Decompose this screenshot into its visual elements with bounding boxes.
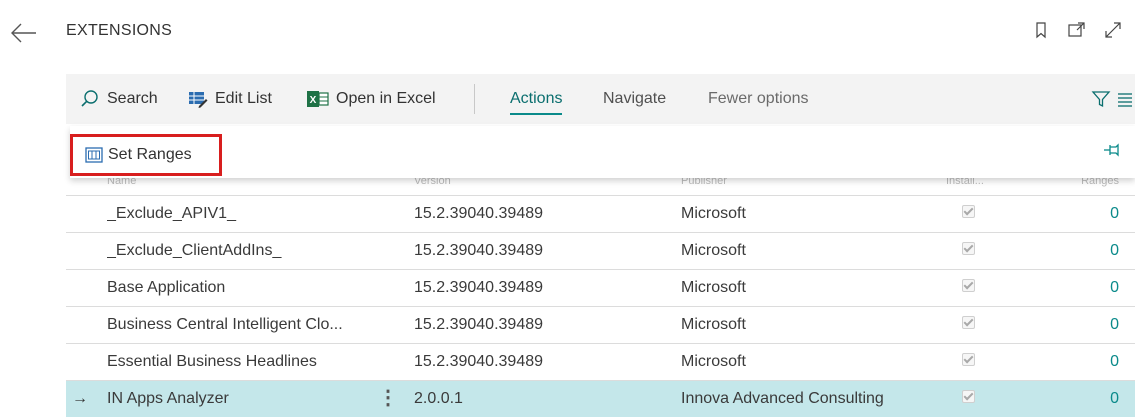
cell-version: 15.2.39040.39489: [414, 279, 544, 296]
extensions-table: _Exclude_APIV1_ 15.2.39040.39489 Microso…: [66, 195, 1135, 417]
active-tab-indicator: [510, 113, 563, 115]
edit-list-button[interactable]: Edit List: [188, 74, 272, 124]
cell-ranges[interactable]: 0: [1110, 233, 1119, 269]
cell-publisher: Innova Advanced Consulting: [681, 390, 884, 407]
cell-name[interactable]: _Exclude_ClientAddIns_: [107, 233, 377, 269]
expand-icon[interactable]: [1103, 20, 1123, 40]
cell-ranges[interactable]: 0: [1110, 196, 1119, 232]
fewer-options-label: Fewer options: [708, 90, 809, 107]
edit-list-label: Edit List: [215, 90, 272, 107]
excel-icon: X: [307, 91, 329, 107]
cell-name[interactable]: Base Application: [107, 270, 377, 306]
open-in-excel-label: Open in Excel: [336, 90, 436, 107]
cell-version: 15.2.39040.39489: [414, 353, 544, 370]
cell-publisher: Microsoft: [681, 353, 746, 370]
tab-navigate-label: Navigate: [603, 90, 667, 107]
table-row[interactable]: _Exclude_ClientAddIns_ 15.2.39040.39489 …: [66, 232, 1135, 269]
cell-name[interactable]: IN Apps Analyzer: [107, 381, 377, 417]
cell-installed: [962, 270, 978, 306]
filter-button[interactable]: [1091, 74, 1118, 124]
installed-checkbox: [962, 279, 975, 293]
cell-publisher: Microsoft: [681, 242, 746, 259]
cell-version: 2.0.0.1: [414, 390, 463, 407]
cell-publisher: Microsoft: [681, 316, 746, 333]
tab-actions-label: Actions: [510, 90, 563, 107]
cell-ranges[interactable]: 0: [1110, 381, 1119, 417]
back-button[interactable]: [8, 18, 40, 48]
table-row[interactable]: Business Central Intelligent Clo... 15.2…: [66, 306, 1135, 343]
table-row[interactable]: Base Application 15.2.39040.39489 Micros…: [66, 269, 1135, 306]
cell-publisher: Microsoft: [681, 205, 746, 222]
cell-version: 15.2.39040.39489: [414, 205, 544, 222]
pin-icon[interactable]: [1103, 142, 1123, 163]
list-view-icon: [1118, 93, 1132, 107]
filter-icon: [1091, 91, 1111, 108]
cell-name[interactable]: Business Central Intelligent Clo...: [107, 307, 377, 343]
toolbar-divider: [474, 84, 475, 114]
page-header-actions: [1031, 20, 1123, 40]
search-button[interactable]: Search: [80, 74, 158, 124]
cell-installed: [962, 381, 978, 417]
cell-installed: [962, 196, 978, 232]
cell-version: 15.2.39040.39489: [414, 316, 544, 333]
cell-publisher: Microsoft: [681, 279, 746, 296]
installed-checkbox: [962, 242, 975, 256]
cell-ranges[interactable]: 0: [1110, 270, 1119, 306]
row-actions-menu-icon[interactable]: ⋮: [378, 381, 398, 415]
bookmark-icon[interactable]: [1031, 20, 1051, 40]
set-ranges-menu-item[interactable]: Set Ranges: [70, 134, 222, 176]
cell-ranges[interactable]: 0: [1110, 344, 1119, 380]
row-selection-arrow-icon: →: [72, 390, 88, 407]
set-ranges-icon: [85, 147, 103, 163]
table-row-selected[interactable]: → IN Apps Analyzer ⋮ 2.0.0.1 Innova Adva…: [66, 380, 1135, 417]
installed-checkbox: [962, 390, 975, 404]
cell-name[interactable]: _Exclude_APIV1_: [107, 196, 377, 232]
edit-list-icon: [189, 92, 208, 108]
table-row[interactable]: _Exclude_APIV1_ 15.2.39040.39489 Microso…: [66, 195, 1135, 232]
cell-version: 15.2.39040.39489: [414, 242, 544, 259]
search-label: Search: [107, 90, 158, 107]
page-title: EXTENSIONS: [66, 22, 173, 39]
tab-navigate[interactable]: Navigate: [603, 74, 666, 124]
installed-checkbox: [962, 205, 975, 219]
svg-text:X: X: [310, 95, 317, 106]
cell-installed: [962, 233, 978, 269]
set-ranges-label: Set Ranges: [108, 146, 192, 163]
open-in-excel-button[interactable]: X Open in Excel: [307, 74, 436, 124]
cell-name[interactable]: Essential Business Headlines: [107, 344, 377, 380]
action-bar: Search Edit List X Open in Excel Actions…: [66, 74, 1135, 124]
cell-installed: [962, 344, 978, 380]
list-view-button[interactable]: [1116, 74, 1135, 124]
cell-ranges[interactable]: 0: [1110, 307, 1119, 343]
cell-installed: [962, 307, 978, 343]
installed-checkbox: [962, 316, 975, 330]
tab-actions[interactable]: Actions: [510, 74, 563, 124]
arrow-left-icon: [11, 23, 36, 43]
installed-checkbox: [962, 353, 975, 367]
actions-dropdown-menu: Set Ranges: [70, 126, 1135, 178]
fewer-options-button[interactable]: Fewer options: [708, 74, 809, 124]
search-icon: [81, 90, 98, 107]
table-row[interactable]: Essential Business Headlines 15.2.39040.…: [66, 343, 1135, 380]
open-in-new-window-icon[interactable]: [1067, 20, 1087, 40]
